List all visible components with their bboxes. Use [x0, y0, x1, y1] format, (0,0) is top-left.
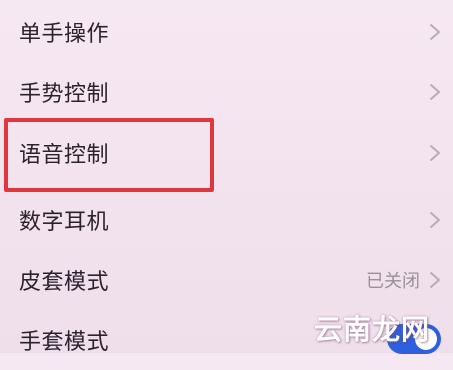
chevron-right-icon: [429, 23, 441, 41]
chevron-right-icon: [429, 83, 441, 101]
settings-item-digital-earphone[interactable]: 数字耳机: [0, 190, 453, 250]
settings-item-label: 单手操作: [19, 22, 110, 47]
settings-item-gesture-control[interactable]: 手势控制: [0, 62, 453, 122]
status-text: 已关闭: [366, 271, 420, 292]
settings-item-label: 手套模式: [19, 330, 110, 355]
highlight-annotation-box: [4, 118, 214, 192]
settings-item-one-hand-mode[interactable]: 单手操作: [0, 2, 453, 62]
watermark-logo: 云南龙网: [314, 313, 431, 346]
chevron-right-icon: [429, 144, 441, 162]
settings-item-label: 数字耳机: [19, 210, 110, 235]
chevron-right-icon: [429, 211, 441, 229]
settings-item-label: 皮套模式: [19, 270, 110, 295]
settings-item-cover-mode[interactable]: 皮套模式 已关闭: [0, 250, 453, 310]
chevron-right-icon: [429, 271, 441, 289]
settings-item-label: 手势控制: [19, 82, 110, 107]
